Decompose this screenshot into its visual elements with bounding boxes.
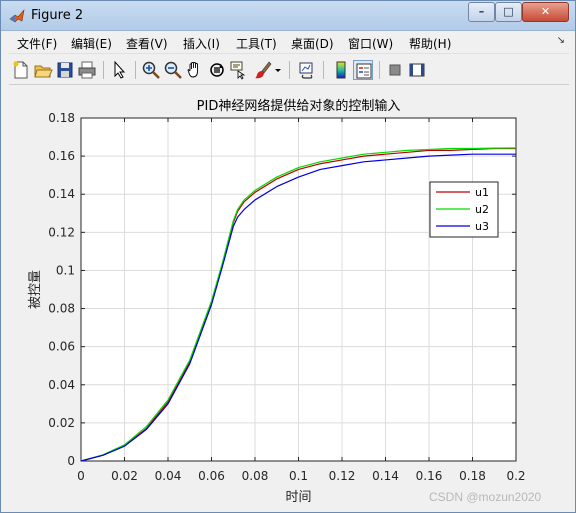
y-axis-label: 被控量	[28, 270, 43, 309]
save-icon[interactable]	[55, 60, 75, 80]
matlab-logo-icon	[9, 8, 25, 23]
menu-window[interactable]: 窗口(W)	[348, 35, 393, 52]
dock-arrow-icon[interactable]: ↘	[557, 35, 565, 46]
brush-dropdown-icon[interactable]	[273, 60, 283, 80]
close-button[interactable]: ✕	[522, 2, 569, 22]
toolbar-separator	[379, 61, 380, 79]
toolbar-separator	[289, 61, 290, 79]
menu-edit[interactable]: 编辑(E)	[71, 35, 112, 52]
menu-tools[interactable]: 工具(T)	[236, 35, 277, 52]
menu-help[interactable]: 帮助(H)	[409, 35, 451, 52]
x-tick-label: 0.2	[506, 469, 525, 483]
x-tick-label: 0.18	[459, 469, 486, 483]
figure-canvas: 0 0.02 0.04 0.06 0.08 0.1 0.12 0.14 0.16 0.18 0.2 0…	[9, 87, 569, 507]
data-cursor-icon[interactable]	[229, 60, 249, 80]
x-tick-label: 0.16	[416, 469, 443, 483]
print-icon[interactable]	[77, 60, 97, 80]
legend-icon[interactable]	[353, 60, 373, 80]
x-tick-label: 0.08	[242, 469, 269, 483]
y-tick-label: 0.02	[48, 416, 75, 430]
x-tick-label: 0.12	[329, 469, 356, 483]
menu-bar: 文件(F) 编辑(E) 查看(V) 插入(I) 工具(T) 桌面(D) 窗口(W…	[9, 32, 569, 54]
x-tick-label: 0.02	[111, 469, 138, 483]
plot-chart[interactable]: 0 0.02 0.04 0.06 0.08 0.1 0.12 0.14 0.16 0.18 0.2 0…	[9, 87, 569, 507]
y-tick-label: 0.14	[48, 187, 75, 201]
y-tick-label: 0.1	[56, 263, 75, 277]
x-tick-label: 0	[77, 469, 85, 483]
zoom-out-icon[interactable]	[163, 60, 183, 80]
hide-plot-tools-icon[interactable]	[385, 60, 405, 80]
y-tick-label: 0.06	[48, 340, 75, 354]
y-tick-label: 0.12	[48, 225, 75, 239]
menu-desktop[interactable]: 桌面(D)	[291, 35, 334, 52]
y-tick-label: 0.16	[48, 149, 75, 163]
toolbar-separator	[323, 61, 324, 79]
toolbar-separator	[135, 61, 136, 79]
x-tick-label: 0.1	[289, 469, 308, 483]
menu-insert[interactable]: 插入(I)	[183, 35, 220, 52]
x-axis-label: 时间	[285, 490, 311, 505]
x-tick-label: 0.04	[155, 469, 182, 483]
x-tick-label: 0.14	[372, 469, 399, 483]
y-tick-label: 0.08	[48, 302, 75, 316]
figure-window: Figure 2 – □ ✕ 文件(F) 编辑(E) 查看(V) 插入(I) 工…	[0, 0, 576, 513]
show-plot-tools-icon[interactable]	[407, 60, 427, 80]
colorbar-icon[interactable]	[331, 60, 351, 80]
y-tick-label: 0.18	[48, 111, 75, 125]
open-file-icon[interactable]	[33, 60, 53, 80]
menu-view[interactable]: 查看(V)	[126, 35, 168, 52]
brush-icon[interactable]	[253, 60, 273, 80]
watermark: CSDN @mozun2020	[429, 490, 542, 504]
legend-label-u2: u2	[475, 203, 489, 216]
figure-toolbar	[9, 55, 569, 85]
x-tick-label: 0.06	[198, 469, 225, 483]
maximize-button[interactable]: □	[495, 2, 522, 22]
legend-label-u3: u3	[475, 220, 489, 233]
select-arrow-icon[interactable]	[109, 60, 129, 80]
link-plot-icon[interactable]	[297, 60, 317, 80]
menu-file[interactable]: 文件(F)	[17, 35, 57, 52]
chart-title: PID神经网络提供给对象的控制输入	[197, 98, 401, 114]
minimize-button[interactable]: –	[468, 2, 495, 22]
title-bar[interactable]: Figure 2 – □ ✕	[1, 1, 575, 31]
pan-hand-icon[interactable]	[185, 60, 205, 80]
new-figure-icon[interactable]	[11, 60, 31, 80]
y-tick-label: 0.04	[48, 378, 75, 392]
window-title: Figure 2	[31, 8, 84, 23]
toolbar-separator	[103, 61, 104, 79]
zoom-in-icon[interactable]	[141, 60, 161, 80]
rotate-3d-icon[interactable]	[207, 60, 227, 80]
legend-label-u1: u1	[475, 186, 489, 199]
y-tick-label: 0	[67, 454, 75, 468]
